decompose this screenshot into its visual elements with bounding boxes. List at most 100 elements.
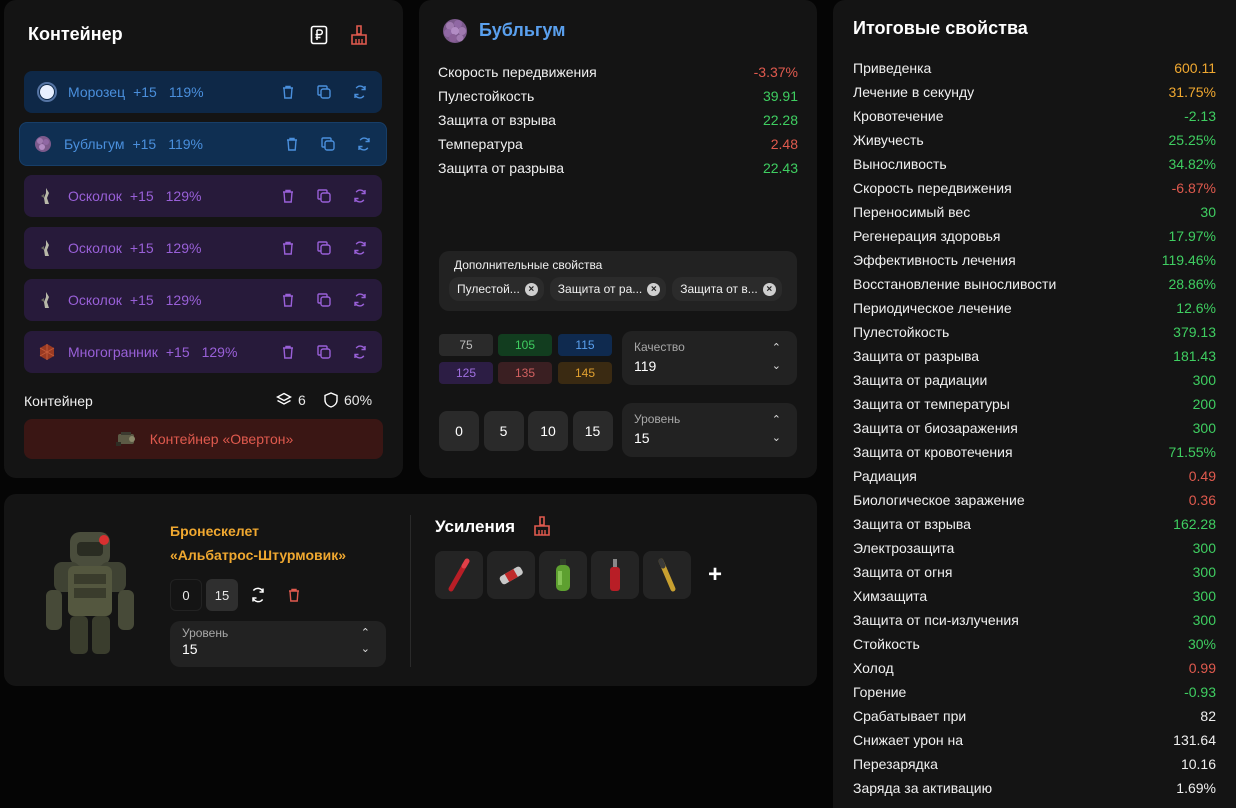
artifact-actions bbox=[280, 71, 368, 113]
artifact-stat-row: Пулестойкость 39.91 bbox=[438, 88, 798, 104]
level-button[interactable]: 0 bbox=[439, 411, 479, 451]
artifact-level: +15 bbox=[133, 84, 157, 100]
chevron-up-icon[interactable]: ⌃ bbox=[772, 341, 781, 354]
quality-button[interactable]: 75 bbox=[439, 334, 493, 356]
artifact-row[interactable]: Осколок +15 129% bbox=[24, 279, 382, 321]
summary-row: Снижает урон на 131.64 bbox=[853, 732, 1216, 748]
chevron-down-icon[interactable]: ⌄ bbox=[361, 642, 370, 655]
summary-label: Горение bbox=[853, 684, 907, 700]
level-button[interactable]: 15 bbox=[572, 411, 613, 451]
property-chip[interactable]: Пулестой... × bbox=[449, 277, 544, 301]
yellow-stick-icon[interactable] bbox=[643, 551, 691, 599]
artifact-row[interactable]: Осколок +15 129% bbox=[24, 227, 382, 269]
quality-select[interactable]: Качество 119 ⌃ ⌄ bbox=[622, 331, 797, 385]
refresh-icon[interactable] bbox=[352, 240, 368, 256]
summary-value: 28.86% bbox=[1168, 276, 1216, 292]
quality-button[interactable]: 135 bbox=[498, 362, 552, 384]
red-stick-icon[interactable] bbox=[435, 551, 483, 599]
close-icon[interactable]: × bbox=[647, 282, 661, 296]
armor-level-15-button[interactable]: 15 bbox=[206, 579, 238, 611]
close-icon[interactable]: × bbox=[762, 282, 776, 296]
armor-name: Бронескелет «Альбатрос-Штурмовик» bbox=[170, 519, 346, 567]
summary-row: Защита от пси-излучения 300 bbox=[853, 612, 1216, 628]
artifact-row[interactable]: Многогранник +15 129% bbox=[24, 331, 382, 373]
summary-label: Защита от температуры bbox=[853, 396, 1010, 412]
copy-icon[interactable] bbox=[316, 344, 332, 360]
copy-icon[interactable] bbox=[316, 188, 332, 204]
armor-name-line2: «Альбатрос-Штурмовик» bbox=[170, 547, 347, 563]
ruble-card-icon[interactable] bbox=[308, 24, 330, 46]
summary-label: Защита от разрыва bbox=[853, 348, 980, 364]
artifact-stat-row: Защита от разрыва 22.43 bbox=[438, 160, 798, 176]
level-button[interactable]: 5 bbox=[483, 411, 524, 451]
copy-icon[interactable] bbox=[316, 240, 332, 256]
refresh-icon[interactable] bbox=[352, 84, 368, 100]
level-button[interactable]: 10 bbox=[528, 411, 568, 451]
trash-icon[interactable] bbox=[280, 240, 296, 256]
chevron-down-icon[interactable]: ⌄ bbox=[772, 431, 781, 444]
summary-value: 181.43 bbox=[1173, 348, 1216, 364]
trash-icon[interactable] bbox=[286, 587, 302, 603]
summary-row: Горение -0.93 bbox=[853, 684, 1216, 700]
layers-icon bbox=[276, 392, 292, 405]
level-value: 15 bbox=[634, 430, 650, 446]
artifact-row[interactable]: Бубльгум +15 119% bbox=[19, 122, 387, 166]
summary-value: 300 bbox=[1192, 420, 1216, 436]
level-select[interactable]: Уровень 15 ⌃ ⌄ bbox=[622, 403, 797, 457]
container-name: Контейнер «Овертон» bbox=[149, 431, 294, 447]
summary-value: -6.87% bbox=[1171, 180, 1216, 196]
broom-icon[interactable] bbox=[348, 24, 370, 46]
add-boost-button[interactable]: + bbox=[708, 561, 722, 589]
trash-icon[interactable] bbox=[284, 136, 300, 152]
summary-row: Заряда за активацию 1.69% bbox=[853, 780, 1216, 796]
chevron-down-icon[interactable]: ⌄ bbox=[772, 359, 781, 372]
copy-icon[interactable] bbox=[320, 136, 336, 152]
chevron-up-icon[interactable]: ⌃ bbox=[361, 626, 370, 639]
trash-icon[interactable] bbox=[280, 84, 296, 100]
summary-row: Защита от огня 300 bbox=[853, 564, 1216, 580]
refresh-icon[interactable] bbox=[356, 136, 372, 152]
quality-button[interactable]: 105 bbox=[498, 334, 552, 356]
artifact-actions bbox=[280, 227, 368, 269]
red-bottle-icon[interactable] bbox=[591, 551, 639, 599]
container-select-button[interactable]: Контейнер «Овертон» bbox=[24, 419, 383, 459]
summary-label: Защита от радиации bbox=[853, 372, 988, 388]
summary-value: 17.97% bbox=[1168, 228, 1216, 244]
green-bottle-icon[interactable] bbox=[539, 551, 587, 599]
extra-properties-box: Дополнительные свойства Пулестой... × Защи… bbox=[439, 251, 797, 311]
summary-label: Защита от биозаражения bbox=[853, 420, 1018, 436]
chevron-up-icon[interactable]: ⌃ bbox=[772, 413, 781, 426]
copy-icon[interactable] bbox=[316, 292, 332, 308]
close-icon[interactable]: × bbox=[524, 282, 538, 296]
quality-button[interactable]: 125 bbox=[439, 362, 493, 384]
quality-button[interactable]: 115 bbox=[558, 334, 612, 356]
broom-icon[interactable] bbox=[532, 516, 552, 536]
trash-icon[interactable] bbox=[280, 292, 296, 308]
copy-icon[interactable] bbox=[316, 84, 332, 100]
artifact-row[interactable]: Осколок +15 129% bbox=[24, 175, 382, 217]
property-chip[interactable]: Защита от в... × bbox=[672, 277, 782, 301]
boosts-title: Усиления bbox=[435, 517, 516, 536]
refresh-icon[interactable] bbox=[352, 188, 368, 204]
container-title: Контейнер bbox=[28, 24, 123, 44]
summary-row: Срабатывает при 82 bbox=[853, 708, 1216, 724]
summary-label: Защита от огня bbox=[853, 564, 953, 580]
summary-row: Стойкость 30% bbox=[853, 636, 1216, 652]
trash-icon[interactable] bbox=[280, 344, 296, 360]
trash-icon[interactable] bbox=[280, 188, 296, 204]
refresh-icon[interactable] bbox=[249, 586, 267, 604]
armor-level-0-button[interactable]: 0 bbox=[170, 579, 202, 611]
syringe-icon[interactable] bbox=[487, 551, 535, 599]
stat-value: -3.37% bbox=[753, 64, 798, 80]
armor-level-select[interactable]: Уровень 15 ⌃ ⌄ bbox=[170, 621, 386, 667]
quality-button[interactable]: 145 bbox=[558, 362, 612, 384]
refresh-icon[interactable] bbox=[352, 292, 368, 308]
artifact-name: Многогранник bbox=[68, 344, 158, 360]
refresh-icon[interactable] bbox=[352, 344, 368, 360]
shard-icon bbox=[36, 237, 58, 259]
summary-label: Срабатывает при bbox=[853, 708, 967, 724]
summary-value: 300 bbox=[1192, 372, 1216, 388]
container-item-icon bbox=[115, 432, 135, 446]
artifact-row[interactable]: Морозец +15 119% bbox=[24, 71, 382, 113]
property-chip[interactable]: Защита от ра... × bbox=[549, 277, 667, 301]
